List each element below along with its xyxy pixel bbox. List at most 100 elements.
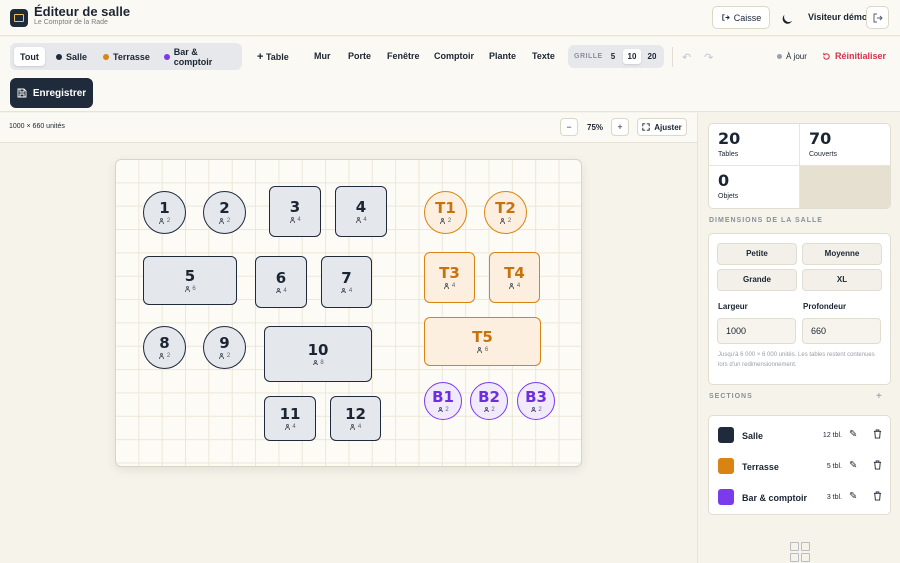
save-label: Enregistrer xyxy=(32,87,87,99)
table-number: B1 xyxy=(432,387,454,406)
status-dot-icon xyxy=(777,54,782,59)
caisse-label: Caisse xyxy=(733,12,762,23)
table-b2[interactable]: B2 2 xyxy=(470,382,508,420)
trash-icon[interactable] xyxy=(873,429,882,439)
section-row-bar[interactable]: Bar & comptoir 3 tbl. ✎ xyxy=(709,482,892,512)
save-button[interactable]: Enregistrer xyxy=(10,78,93,108)
terrasse-dot-icon xyxy=(103,53,109,60)
person-icon xyxy=(219,218,225,224)
filter-salle[interactable]: Salle xyxy=(50,47,93,66)
table-7[interactable]: 7 4 xyxy=(321,256,372,308)
edit-icon[interactable]: ✎ xyxy=(849,460,857,471)
fit-label: Ajuster xyxy=(654,122,682,132)
reset-button[interactable]: Réinitialiser xyxy=(822,51,886,61)
table-b3[interactable]: B3 2 xyxy=(517,382,555,420)
section-color-swatch xyxy=(718,427,734,443)
edit-icon[interactable]: ✎ xyxy=(849,429,857,440)
table-12[interactable]: 12 4 xyxy=(330,396,381,441)
table-seats: 2 xyxy=(226,353,231,359)
section-name: Bar & comptoir xyxy=(742,493,808,503)
edit-icon[interactable]: ✎ xyxy=(849,491,857,502)
table-b1[interactable]: B1 2 xyxy=(424,382,462,420)
person-icon xyxy=(159,218,165,224)
plant-tool[interactable]: Plante xyxy=(489,51,516,61)
section-row-salle[interactable]: Salle 12 tbl. ✎ xyxy=(709,420,892,450)
text-tool[interactable]: Texte xyxy=(532,51,555,61)
filter-bar-label: Bar & comptoir xyxy=(173,46,213,67)
table-seats: 4 xyxy=(297,217,301,223)
redo-icon[interactable]: ↷ xyxy=(704,51,713,64)
table-4[interactable]: 4 4 xyxy=(335,186,387,237)
login-icon xyxy=(722,14,730,21)
person-icon xyxy=(483,406,489,413)
undo-icon[interactable]: ↶ xyxy=(682,51,691,64)
table-seats: 2 xyxy=(166,218,171,224)
zoom-out-button[interactable]: − xyxy=(560,118,578,136)
counter-tool[interactable]: Comptoir xyxy=(434,51,474,61)
table-number: 7 xyxy=(341,268,352,287)
trash-icon[interactable] xyxy=(873,491,882,501)
person-icon xyxy=(159,353,165,359)
visitor-name: Visiteur démo xyxy=(808,12,868,22)
table-1[interactable]: 1 2 xyxy=(143,191,186,234)
table-11[interactable]: 11 4 xyxy=(264,396,316,441)
table-t4[interactable]: T4 4 xyxy=(489,252,540,303)
fit-button[interactable]: Ajuster xyxy=(637,118,687,136)
filter-all[interactable]: Tout xyxy=(14,47,45,66)
grid-option-20[interactable]: 20 xyxy=(643,49,661,64)
table-t5[interactable]: T5 6 xyxy=(424,317,541,366)
table-seats: 6 xyxy=(192,286,196,292)
table-t1[interactable]: T1 2 xyxy=(424,191,467,234)
section-row-terrasse[interactable]: Terrasse 5 tbl. ✎ xyxy=(709,451,892,481)
table-3[interactable]: 3 4 xyxy=(269,186,321,237)
table-t2[interactable]: T2 2 xyxy=(484,191,527,234)
table-seats: 2 xyxy=(538,406,542,413)
table-2[interactable]: 2 2 xyxy=(203,191,246,234)
table-10[interactable]: 10 8 xyxy=(264,326,372,382)
table-seats: 4 xyxy=(516,283,521,289)
logout-icon xyxy=(873,13,883,22)
person-icon xyxy=(440,218,446,224)
width-input[interactable]: 1000 xyxy=(717,318,796,344)
caisse-button[interactable]: Caisse xyxy=(712,6,770,29)
table-tool-label: Table xyxy=(265,52,289,62)
size-moyenne-button[interactable]: Moyenne xyxy=(802,243,882,265)
stat-value: 0 xyxy=(718,171,730,190)
zoom-in-button[interactable]: + xyxy=(611,118,629,136)
grid-option-5[interactable]: 5 xyxy=(604,49,622,64)
size-petite-button[interactable]: Petite xyxy=(717,243,797,265)
table-5[interactable]: 5 6 xyxy=(143,256,237,305)
table-seats: 4 xyxy=(292,424,296,430)
size-grande-button[interactable]: Grande xyxy=(717,269,797,291)
logout-button[interactable] xyxy=(866,6,889,29)
add-table-tool[interactable]: + Table xyxy=(257,51,289,63)
plus-icon: + xyxy=(257,51,264,63)
grid-size-selector: GRILLE 5 10 20 xyxy=(568,45,664,68)
table-9[interactable]: 9 2 xyxy=(203,326,246,369)
wall-tool[interactable]: Mur xyxy=(314,51,331,61)
table-8[interactable]: 8 2 xyxy=(143,326,186,369)
filter-all-label: Tout xyxy=(20,51,39,62)
table-seats: 6 xyxy=(484,347,489,353)
canvas-bar: 1000 × 660 unités − 75% + Ajuster xyxy=(0,113,697,143)
floor-plan[interactable]: 1 2 2 2 3 4 4 4 5 6 6 4 7 4 8 2 9 2 10 8… xyxy=(115,159,582,467)
reset-icon xyxy=(823,52,830,60)
add-section-icon[interactable]: + xyxy=(876,391,882,402)
size-xl-button[interactable]: XL xyxy=(802,269,882,291)
table-number: T5 xyxy=(472,328,493,346)
table-number: T2 xyxy=(495,199,516,217)
window-tool[interactable]: Fenêtre xyxy=(387,51,420,61)
table-6[interactable]: 6 4 xyxy=(255,256,307,308)
depth-input[interactable]: 660 xyxy=(802,318,881,344)
filter-bar[interactable]: Bar & comptoir xyxy=(158,46,242,67)
trash-icon[interactable] xyxy=(873,460,882,470)
grid-option-10[interactable]: 10 xyxy=(623,49,641,64)
door-tool[interactable]: Porte xyxy=(348,51,371,61)
dark-mode-icon[interactable] xyxy=(782,10,795,23)
person-icon xyxy=(350,424,356,430)
person-icon xyxy=(184,286,190,292)
grid-label: GRILLE xyxy=(574,53,603,60)
filter-terrasse[interactable]: Terrasse xyxy=(97,47,156,66)
table-t3[interactable]: T3 4 xyxy=(424,252,475,303)
restaurant-name: Le Comptoir de la Rade xyxy=(34,19,108,26)
